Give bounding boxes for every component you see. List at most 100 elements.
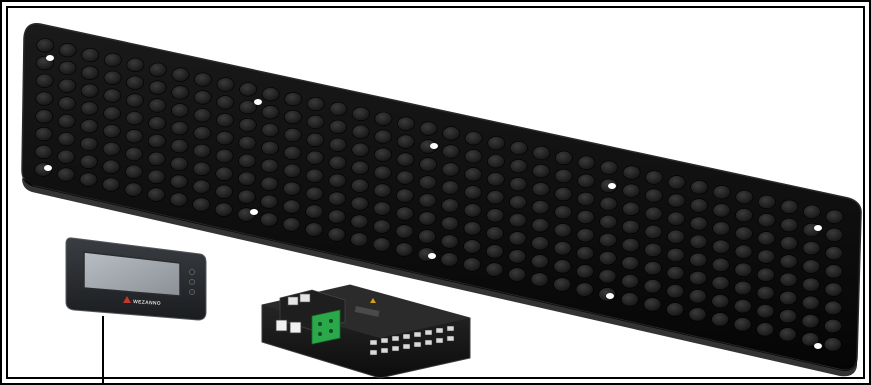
terminal-pin [391, 335, 400, 342]
led-dot [802, 259, 821, 274]
led-dot [305, 222, 324, 237]
led-dot [666, 266, 685, 281]
led-dot [485, 262, 504, 277]
led-dot [644, 224, 663, 239]
led-dot [193, 90, 212, 105]
led-dot [374, 111, 393, 126]
led-dot [666, 247, 685, 263]
led-dot [237, 171, 256, 186]
led-dot [509, 195, 527, 210]
led-dot [486, 190, 505, 205]
led-dot [577, 155, 596, 170]
led-dot [463, 203, 482, 218]
led-dot [464, 185, 482, 200]
terminal-pin [435, 327, 444, 334]
led-dot [216, 95, 235, 110]
led-dot [441, 198, 460, 213]
led-dot [689, 271, 707, 286]
led-dot [824, 282, 843, 297]
led-dot [621, 256, 640, 271]
led-dot [733, 317, 752, 332]
led-dot [261, 105, 280, 120]
led-dot [305, 186, 324, 201]
led-dot [485, 244, 504, 259]
led-dot [554, 223, 572, 238]
led-dot [644, 242, 663, 258]
led-dot [757, 213, 776, 228]
led-dot [644, 261, 662, 276]
led-dot [193, 108, 212, 123]
led-dot [666, 284, 685, 299]
led-dot [463, 257, 481, 272]
led-dot [622, 165, 641, 180]
led-dot [508, 231, 527, 246]
led-dot [734, 262, 753, 277]
led-dot [81, 47, 100, 63]
led-dot [170, 139, 189, 154]
led-dot [418, 175, 437, 190]
mount-marker [606, 293, 614, 299]
led-dot [419, 121, 438, 136]
led-dot [395, 224, 414, 239]
led-dot [689, 216, 708, 231]
led-dot [350, 196, 369, 211]
led-dot [171, 67, 190, 82]
led-dot [80, 101, 99, 116]
led-dot [418, 193, 437, 208]
led-dot [576, 210, 595, 225]
led-dot [396, 152, 415, 167]
led-dot [487, 136, 506, 151]
led-dot [780, 218, 799, 233]
led-dot [824, 300, 843, 316]
terminal-pin [380, 347, 389, 354]
mount-marker [254, 99, 262, 105]
led-dot [103, 88, 122, 103]
led-dot [261, 123, 280, 138]
led-dot [825, 209, 844, 224]
led-dot [531, 218, 550, 233]
led-dot [689, 234, 708, 249]
led-dot [802, 277, 820, 292]
led-dot [440, 234, 459, 249]
white-connector-1 [287, 296, 299, 306]
led-dot [801, 295, 820, 311]
led-dot [327, 227, 346, 242]
led-dot [598, 269, 617, 284]
led-dot [351, 106, 370, 121]
mount-marker [428, 253, 436, 259]
led-dot [711, 294, 730, 309]
led-dot [396, 134, 415, 149]
led-dot [441, 180, 460, 195]
led-dot [125, 93, 144, 108]
led-dot [125, 111, 144, 126]
led-dot [284, 92, 303, 107]
led-dot [238, 135, 257, 151]
led-dot [712, 239, 731, 254]
led-dot [215, 131, 234, 146]
led-dot [418, 211, 437, 226]
led-dot [238, 100, 257, 115]
terminal-pin [446, 325, 455, 332]
led-dot [802, 241, 821, 256]
led-dot [282, 199, 301, 214]
led-dot [214, 202, 233, 217]
led-dot [803, 204, 821, 219]
led-dot [237, 189, 256, 204]
led-dot [711, 312, 730, 327]
led-dot [351, 142, 370, 157]
led-dot [712, 203, 731, 218]
led-dot [148, 80, 167, 95]
led-dot [464, 149, 483, 164]
mount-marker [608, 183, 616, 189]
led-dot [80, 119, 99, 134]
mount-marker [250, 209, 258, 215]
led-dot [645, 170, 664, 185]
led-dot [57, 114, 76, 129]
terminal-pin [424, 339, 433, 346]
terminal-pin [369, 349, 378, 356]
led-dot [57, 167, 75, 182]
led-dot [148, 116, 167, 131]
led-dot [170, 156, 189, 171]
led-dot [487, 154, 505, 169]
led-dot [58, 96, 76, 111]
